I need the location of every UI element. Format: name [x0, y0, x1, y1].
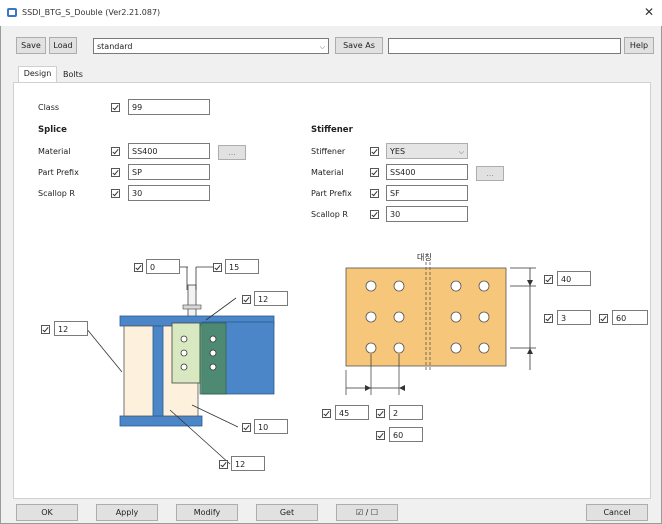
bolt-hole	[478, 342, 490, 354]
cols-input[interactable]: 2	[389, 405, 423, 420]
row-pitch-checkbox[interactable]	[599, 314, 608, 323]
bolt-hole	[365, 280, 377, 292]
apply-button[interactable]: Apply	[96, 504, 158, 521]
col-pitch-checkbox[interactable]	[376, 431, 385, 440]
bolt-hole	[393, 342, 405, 354]
cancel-button[interactable]: Cancel	[586, 504, 648, 521]
bolt-hole	[365, 311, 377, 323]
bolt-hole	[365, 342, 377, 354]
symmetry-label: 대칭	[417, 253, 432, 262]
bolt-layout-diagram	[345, 262, 536, 395]
bolt-hole	[450, 342, 462, 354]
modify-button[interactable]: Modify	[176, 504, 238, 521]
row-pitch-input[interactable]: 60	[612, 310, 648, 325]
bolt-hole	[450, 311, 462, 323]
rows-input[interactable]: 3	[557, 310, 591, 325]
edge-left-input[interactable]: 45	[335, 405, 369, 420]
edge-top-input[interactable]: 40	[557, 271, 591, 286]
col-pitch-input[interactable]: 60	[389, 427, 423, 442]
get-button[interactable]: Get	[256, 504, 318, 521]
bolt-hole	[478, 311, 490, 323]
edge-left-checkbox[interactable]	[322, 409, 331, 418]
bolt-hole	[393, 280, 405, 292]
bolt-hole	[393, 311, 405, 323]
check-toggle-button[interactable]: ☑ / ☐	[336, 504, 398, 521]
bolt-hole	[478, 280, 490, 292]
rows-checkbox[interactable]	[544, 314, 553, 323]
cols-checkbox[interactable]	[376, 409, 385, 418]
edge-top-checkbox[interactable]	[544, 275, 553, 284]
ok-button[interactable]: OK	[16, 504, 78, 521]
bolt-hole	[450, 280, 462, 292]
